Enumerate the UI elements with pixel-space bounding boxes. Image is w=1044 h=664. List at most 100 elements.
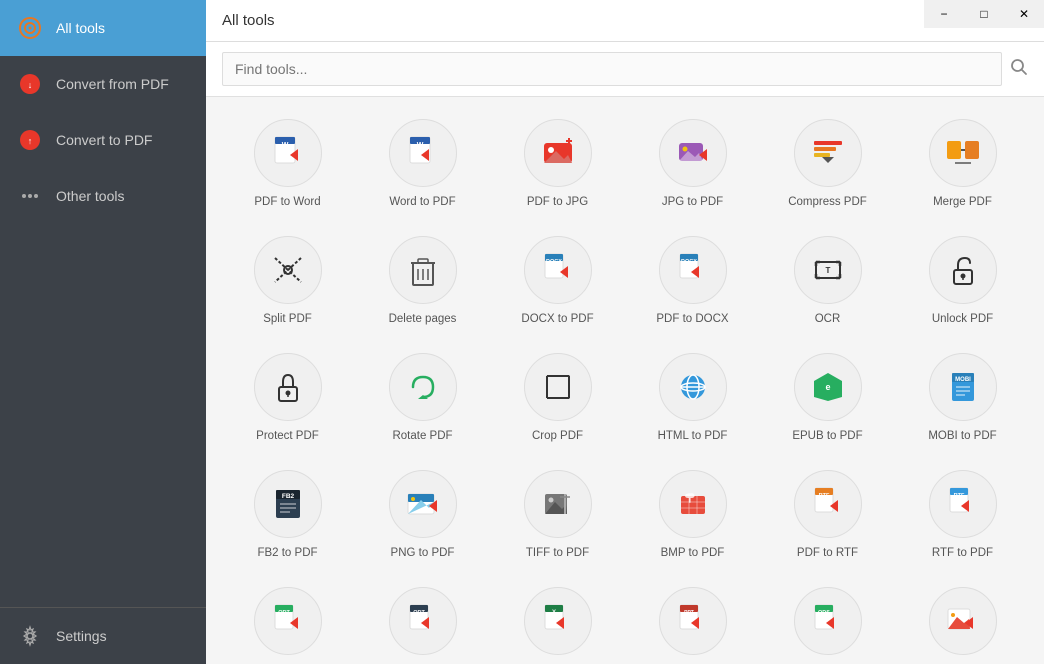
tool-unlock-pdf[interactable]: Unlock PDF — [897, 224, 1028, 337]
tool-compress-pdf[interactable]: Compress PDF — [762, 107, 893, 220]
rotate-pdf-icon — [389, 353, 457, 421]
svg-text:↑: ↑ — [28, 136, 33, 146]
sidebar-item-convert-to-pdf[interactable]: ↑ Convert to PDF — [0, 112, 206, 168]
rtf-to-pdf-label: RTF to PDF — [932, 546, 993, 561]
crop-pdf-icon — [524, 353, 592, 421]
svg-text:W: W — [416, 142, 423, 149]
svg-text:↓: ↓ — [28, 80, 33, 90]
minimize-button[interactable]: − — [924, 0, 964, 28]
tool-docx-to-pdf[interactable]: DOCX DOCX to PDF — [492, 224, 623, 337]
tool-pdf-to-docx[interactable]: DOCX PDF to DOCX — [627, 224, 758, 337]
tool-merge-pdf[interactable]: Merge PDF — [897, 107, 1028, 220]
svg-text:T: T — [825, 266, 830, 275]
sidebar-item-settings-label: Settings — [56, 628, 107, 644]
sidebar-item-all-tools[interactable]: All tools — [0, 0, 206, 56]
sidebar-item-other-tools-label: Other tools — [56, 188, 124, 204]
word-to-pdf-icon: W — [389, 119, 457, 187]
tool-html-to-pdf[interactable]: HTML to PDF — [627, 341, 758, 454]
html-to-pdf-icon — [659, 353, 727, 421]
svg-text:ODT: ODT — [413, 610, 425, 616]
svg-text:ODS: ODS — [818, 610, 830, 616]
protect-pdf-icon — [254, 353, 322, 421]
tool-fb2-to-pdf[interactable]: FB2 FB2 to PDF — [222, 458, 353, 571]
tool-tiff-to-pdf[interactable]: TIFF to PDF — [492, 458, 623, 571]
search-button[interactable] — [1010, 58, 1028, 81]
tool-mobi-to-pdf[interactable]: MOBI MOBI to PDF — [897, 341, 1028, 454]
tool-crop-pdf[interactable]: Crop PDF — [492, 341, 623, 454]
ocr-icon: T — [794, 236, 862, 304]
maximize-button[interactable]: □ — [964, 0, 1004, 28]
tool-ppt-to-pdf[interactable]: PPT PPT to PDF — [627, 575, 758, 664]
pdf-to-rtf-icon: RTF — [794, 470, 862, 538]
png-to-pdf-label: PNG to PDF — [391, 546, 455, 561]
tool-pdf-to-jpg[interactable]: PDF to JPG — [492, 107, 623, 220]
ocr-label: OCR — [815, 312, 841, 327]
tool-delete-pages[interactable]: Delete pages — [357, 224, 488, 337]
pdf-to-rtf-label: PDF to RTF — [797, 546, 858, 561]
pdf-to-jpg-label: PDF to JPG — [527, 195, 588, 210]
sidebar-item-other-tools[interactable]: Other tools — [0, 168, 206, 224]
merge-pdf-icon — [929, 119, 997, 187]
sidebar-item-convert-from-pdf-label: Convert from PDF — [56, 76, 169, 92]
close-button[interactable]: ✕ — [1004, 0, 1044, 28]
unlock-pdf-label: Unlock PDF — [932, 312, 993, 327]
search-input[interactable] — [222, 52, 1002, 86]
delete-pages-label: Delete pages — [389, 312, 457, 327]
tiff-to-pdf-label: TIFF to PDF — [526, 546, 589, 561]
tool-ods-to-pdf[interactable]: ODS ODS to PDF — [762, 575, 893, 664]
tool-protect-pdf[interactable]: Protect PDF — [222, 341, 353, 454]
docx-to-pdf-label: DOCX to PDF — [521, 312, 593, 327]
split-pdf-icon — [254, 236, 322, 304]
tool-ocr[interactable]: T OCR — [762, 224, 893, 337]
tool-jpg-to-pdf[interactable]: JPG to PDF — [627, 107, 758, 220]
svg-text:DOCX: DOCX — [681, 259, 697, 265]
tool-pdf-to-rtf[interactable]: RTF PDF to RTF — [762, 458, 893, 571]
tool-rtf-to-pdf[interactable]: RTF RTF to PDF — [897, 458, 1028, 571]
svg-text:X: X — [551, 610, 555, 616]
jpg-to-pdf-label: JPG to PDF — [662, 195, 723, 210]
tool-png-to-pdf[interactable]: PNG to PDF — [357, 458, 488, 571]
bmp-to-pdf-icon — [659, 470, 727, 538]
sidebar: All tools ↓ Convert from PDF ↑ Convert t… — [0, 0, 206, 664]
svg-text:FB2: FB2 — [281, 493, 294, 500]
tool-word-to-pdf[interactable]: W Word to PDF — [357, 107, 488, 220]
sidebar-item-settings[interactable]: Settings — [0, 608, 206, 664]
fb2-to-pdf-label: FB2 to PDF — [257, 546, 317, 561]
pdf-to-docx-icon: DOCX — [659, 236, 727, 304]
tool-pdf-to-bmp[interactable]: PDF to BMP — [897, 575, 1028, 664]
sidebar-bottom: Settings — [0, 607, 206, 664]
tool-bmp-to-pdf[interactable]: BMP to PDF — [627, 458, 758, 571]
tool-excel-to-pdf[interactable]: X Excel to PDF — [492, 575, 623, 664]
pdf-to-word-label: PDF to Word — [254, 195, 320, 210]
tool-epub-to-pdf[interactable]: e EPUB to PDF — [762, 341, 893, 454]
tool-odt-to-pdf[interactable]: ODT ODT to PDF — [357, 575, 488, 664]
sidebar-item-convert-to-pdf-label: Convert to PDF — [56, 132, 152, 148]
epub-to-pdf-icon: e — [794, 353, 862, 421]
tool-split-pdf[interactable]: Split PDF — [222, 224, 353, 337]
tool-pdf-to-word[interactable]: W PDF to Word — [222, 107, 353, 220]
window-controls: − □ ✕ — [924, 0, 1044, 28]
tool-rotate-pdf[interactable]: Rotate PDF — [357, 341, 488, 454]
convert-to-pdf-icon: ↑ — [16, 126, 44, 154]
tool-pdf-to-odt[interactable]: ODT PDF to ODT — [222, 575, 353, 664]
sidebar-item-convert-from-pdf[interactable]: ↓ Convert from PDF — [0, 56, 206, 112]
other-tools-icon — [16, 182, 44, 210]
settings-icon — [16, 622, 44, 650]
fb2-to-pdf-icon: FB2 — [254, 470, 322, 538]
pdf-to-docx-label: PDF to DOCX — [656, 312, 728, 327]
rotate-pdf-label: Rotate PDF — [392, 429, 452, 444]
pdf-to-odt-icon: ODT — [254, 587, 322, 655]
split-pdf-label: Split PDF — [263, 312, 312, 327]
tools-grid: W PDF to Word W Word to PDF — [206, 97, 1044, 664]
svg-text:ODT: ODT — [278, 610, 290, 616]
svg-text:RTF: RTF — [818, 493, 829, 499]
word-to-pdf-label: Word to PDF — [389, 195, 455, 210]
png-to-pdf-icon — [389, 470, 457, 538]
all-tools-icon — [16, 14, 44, 42]
compress-pdf-label: Compress PDF — [788, 195, 867, 210]
pdf-to-bmp-icon — [929, 587, 997, 655]
html-to-pdf-label: HTML to PDF — [658, 429, 728, 444]
delete-pages-icon — [389, 236, 457, 304]
merge-pdf-label: Merge PDF — [933, 195, 992, 210]
svg-text:DOCX: DOCX — [546, 259, 562, 265]
